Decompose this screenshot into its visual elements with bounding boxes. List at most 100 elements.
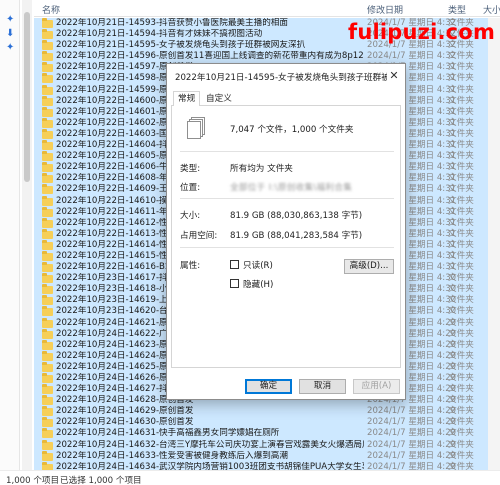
file-type: 文件夹 bbox=[448, 406, 474, 417]
folder-icon bbox=[42, 62, 53, 73]
file-name: 2022年10月24日-14631-快手高福鑫男女同学嫖娼在厕所 bbox=[56, 428, 280, 439]
folder-icon bbox=[42, 40, 53, 51]
folder-icon bbox=[42, 262, 53, 273]
apply-button[interactable]: 应用(A) bbox=[353, 379, 400, 394]
file-row[interactable]: 2022年10月24日-14630-原创首发 2024/1/7 星期日 4:29 文… bbox=[34, 417, 500, 429]
readonly-label: 只读(R) bbox=[243, 261, 273, 271]
pin-icon[interactable]: ⬇ bbox=[6, 28, 14, 39]
file-type: 文件夹 bbox=[448, 151, 474, 162]
file-type: 文件夹 bbox=[448, 95, 474, 106]
item-count: 1,000 个项目 bbox=[6, 476, 60, 485]
folder-icon bbox=[42, 173, 53, 184]
dialog-titlebar[interactable]: 2022年10月21日-14595-女子被发烧龟头到孩子班群被网友深扒 ... … bbox=[167, 64, 405, 88]
folder-icon bbox=[42, 29, 53, 40]
file-type: 文件夹 bbox=[448, 228, 474, 239]
folder-icon bbox=[42, 117, 53, 128]
file-type: 文件夹 bbox=[448, 284, 474, 295]
file-row[interactable]: 2022年10月24日-14633-性爱受害被健身教练后入爆到高潮 2024/1/… bbox=[34, 450, 500, 462]
file-date: 2024/1/7 星期日 4:29 bbox=[367, 406, 457, 417]
file-row[interactable]: 2022年10月22日-14596-原创首发11喜迎国上线调查的新花带重内有成为… bbox=[34, 51, 500, 63]
folder-icon bbox=[42, 128, 53, 139]
type-value: 所有均为 文件夹 bbox=[230, 164, 293, 174]
file-date: 2024/1/7 星期日 4:29 bbox=[367, 428, 457, 439]
file-row[interactable]: 2022年10月24日-14632-台湾三Y摩托车公司庆功宴上演春宫戏露美女火爆… bbox=[34, 439, 500, 451]
column-date[interactable]: 修改日期 bbox=[367, 3, 403, 16]
file-name: 2022年10月21日-14595-女子被发烧龟头到孩子班群被网友深扒 bbox=[56, 40, 306, 51]
column-size[interactable]: 大小 bbox=[483, 3, 500, 16]
folder-icon bbox=[42, 317, 53, 328]
file-name: 2022年10月21日-14594-抖音有才妹妹不搞视图活动 bbox=[56, 29, 263, 40]
file-type: 文件夹 bbox=[448, 350, 474, 361]
file-date: 2024/1/7 星期日 4:29 bbox=[367, 450, 457, 461]
file-name: 2022年10月24日-14632-台湾三Y摩托车公司庆功宴上演春宫戏露美女火爆… bbox=[56, 439, 364, 450]
checkbox-box[interactable] bbox=[230, 279, 239, 288]
folder-icon bbox=[42, 406, 53, 417]
hidden-checkbox[interactable]: 隐藏(H) bbox=[230, 278, 310, 290]
file-type: 文件夹 bbox=[448, 295, 474, 306]
readonly-checkbox[interactable]: 只读(R) bbox=[230, 259, 310, 271]
dialog-title: 2022年10月21日-14595-女子被发烧龟头到孩子班群被网友深扒 ... bbox=[175, 73, 387, 83]
file-type: 文件夹 bbox=[448, 384, 474, 395]
file-type: 文件夹 bbox=[448, 117, 474, 128]
tab-custom[interactable]: 自定义 bbox=[201, 91, 237, 106]
folder-icon bbox=[42, 361, 53, 372]
folder-icon bbox=[42, 450, 53, 461]
navigation-pane: ✦ ⬇ ✦ bbox=[0, 0, 20, 470]
pin-icon[interactable]: ✦ bbox=[6, 42, 14, 53]
column-type[interactable]: 类型 bbox=[448, 3, 466, 16]
tab-bar: 常规 自定义 bbox=[171, 91, 401, 107]
folder-icon bbox=[42, 395, 53, 406]
size-value: 81.9 GB (88,030,863,138 字节) bbox=[230, 211, 363, 221]
location-value: 全部位于 I:\原创收集\福利合集 bbox=[230, 183, 353, 193]
file-type: 文件夹 bbox=[448, 262, 474, 273]
multiple-files-icon bbox=[187, 117, 205, 139]
file-type: 文件夹 bbox=[448, 373, 474, 383]
folder-icon bbox=[42, 250, 53, 261]
tab-general[interactable]: 常规 bbox=[173, 91, 201, 107]
divider bbox=[180, 198, 394, 199]
folder-icon bbox=[42, 140, 53, 151]
size-label: 大小: bbox=[180, 211, 201, 221]
file-name: 2022年10月24日-14634-武汉学院内场营销1003班团支书胡锦佳PUA… bbox=[56, 461, 364, 470]
file-name: 2022年10月24日-14630-原创首发 bbox=[56, 417, 194, 428]
file-name: 2022年10月21日-14593-抖音获赞小鲁医院最美主播的相面 bbox=[56, 18, 288, 28]
file-type: 文件夹 bbox=[448, 273, 474, 284]
file-type: 文件夹 bbox=[448, 128, 474, 139]
cancel-button[interactable]: 取消 bbox=[299, 379, 346, 394]
file-type: 文件夹 bbox=[448, 428, 474, 439]
advanced-button[interactable]: 高级(D)... bbox=[344, 259, 394, 274]
column-header: 名称 修改日期 类型 大小 bbox=[34, 0, 500, 17]
file-type: 文件夹 bbox=[448, 239, 474, 250]
folder-icon bbox=[42, 328, 53, 339]
folder-icon bbox=[42, 228, 53, 239]
close-icon[interactable]: ✕ bbox=[387, 69, 401, 83]
file-type: 文件夹 bbox=[448, 361, 474, 372]
folder-icon bbox=[42, 217, 53, 228]
folder-icon bbox=[42, 84, 53, 95]
folder-icon bbox=[42, 284, 53, 295]
folder-icon bbox=[42, 184, 53, 195]
file-row[interactable]: 2022年10月24日-14629-原创首发 2024/1/7 星期日 4:29 文… bbox=[34, 406, 500, 418]
file-type: 文件夹 bbox=[448, 84, 474, 95]
folder-icon bbox=[42, 373, 53, 383]
file-list-scrollbar[interactable] bbox=[488, 18, 500, 470]
file-row[interactable]: 2022年10月24日-14631-快手高福鑫男女同学嫖娼在厕所 2024/1/7… bbox=[34, 428, 500, 440]
attributes-label: 属性: bbox=[180, 261, 201, 271]
tab-panel-general: 7,047 个文件，1,000 个文件夹 类型: 所有均为 文件夹 位置: 全部… bbox=[171, 106, 401, 368]
file-type: 文件夹 bbox=[448, 162, 474, 173]
file-type: 文件夹 bbox=[448, 140, 474, 151]
ok-button[interactable]: 确定 bbox=[245, 379, 292, 394]
dialog-button-row: 确定 取消 应用(A) bbox=[167, 376, 405, 396]
file-name: 2022年10月24日-14633-性爱受害被健身教练后入爆到高潮 bbox=[56, 450, 288, 461]
navigation-scrollbar[interactable] bbox=[22, 0, 32, 470]
scrollbar-thumb[interactable] bbox=[24, 12, 30, 182]
pin-icon[interactable]: ✦ bbox=[6, 14, 14, 25]
file-date: 2024/1/7 星期日 4:32 bbox=[367, 51, 457, 62]
checkbox-box[interactable] bbox=[230, 260, 239, 269]
file-row[interactable]: 2022年10月24日-14634-武汉学院内场营销1003班团支书胡锦佳PUA… bbox=[34, 461, 500, 470]
selection-summary: 7,047 个文件，1,000 个文件夹 bbox=[230, 125, 354, 135]
column-name[interactable]: 名称 bbox=[42, 3, 60, 16]
type-label: 类型: bbox=[180, 164, 201, 174]
file-type: 文件夹 bbox=[448, 306, 474, 317]
file-type: 文件夹 bbox=[448, 106, 474, 117]
